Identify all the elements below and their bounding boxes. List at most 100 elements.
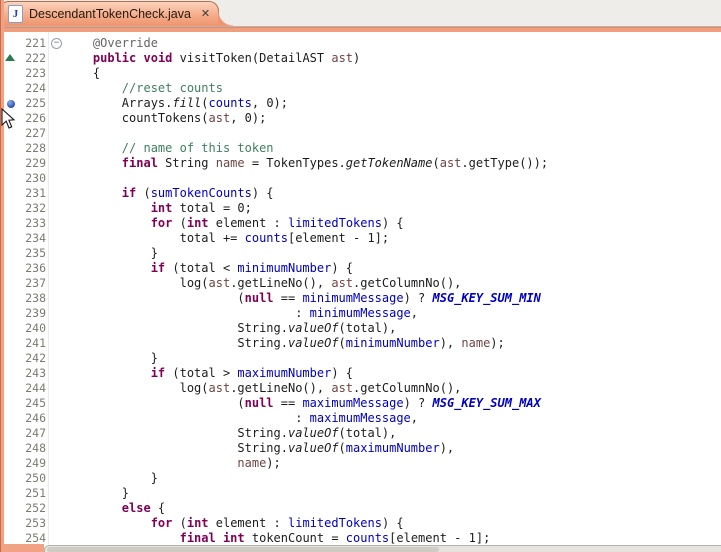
gutter-annotation[interactable]: [4, 516, 18, 531]
code-text[interactable]: public void visitToken(DetailAST ast): [64, 51, 721, 66]
line-number: 245: [18, 396, 46, 411]
code-text[interactable]: String.valueOf(minimumNumber), name);: [64, 336, 721, 351]
gutter-annotation[interactable]: [4, 126, 18, 141]
code-editor[interactable]: 220221− @Override222 public void visitTo…: [4, 31, 721, 552]
code-text[interactable]: {: [64, 66, 721, 81]
gutter-annotation[interactable]: [4, 276, 18, 291]
fold-column: [48, 126, 64, 141]
code-text[interactable]: }: [64, 486, 721, 501]
code-text[interactable]: total += counts[element - 1];: [64, 231, 721, 246]
gutter-annotation[interactable]: [4, 51, 18, 66]
line-number: 243: [18, 366, 46, 381]
code-text[interactable]: : minimumMessage,: [64, 306, 721, 321]
gutter-annotation[interactable]: [4, 171, 18, 186]
fold-column: [48, 231, 64, 246]
gutter-annotation[interactable]: [4, 111, 18, 126]
code-text[interactable]: int total = 0;: [64, 201, 721, 216]
gutter-annotation[interactable]: [4, 66, 18, 81]
code-scroll-area: 220221− @Override222 public void visitTo…: [4, 31, 721, 552]
gutter-annotation[interactable]: [4, 291, 18, 306]
fold-column: [48, 216, 64, 231]
code-text[interactable]: final int tokenCount = counts[element - …: [64, 531, 721, 546]
gutter-annotation[interactable]: [4, 396, 18, 411]
gutter-annotation[interactable]: [4, 246, 18, 261]
code-text[interactable]: String.valueOf(total),: [64, 321, 721, 336]
code-text[interactable]: if (total < minimumNumber) {: [64, 261, 721, 276]
gutter-annotation[interactable]: [4, 441, 18, 456]
gutter-annotation[interactable]: [4, 486, 18, 501]
line-number: 226: [18, 111, 46, 126]
gutter-annotation[interactable]: [4, 366, 18, 381]
code-text[interactable]: //reset counts: [64, 81, 721, 96]
line-number: 244: [18, 381, 46, 396]
line-number: 242: [18, 351, 46, 366]
collapse-icon[interactable]: −: [51, 38, 62, 49]
tab-close-icon[interactable]: ✕: [201, 9, 210, 20]
gutter-annotation[interactable]: [4, 201, 18, 216]
editor-tab-bar: J DescendantTokenCheck.java ✕: [0, 0, 721, 27]
gutter-annotation[interactable]: [4, 336, 18, 351]
edit-marker-icon: [5, 54, 15, 61]
gutter-annotation[interactable]: [4, 381, 18, 396]
code-line-237: 237 log(ast.getLineNo(), ast.getColumnNo…: [4, 276, 721, 291]
gutter-annotation[interactable]: [4, 426, 18, 441]
code-line-222: 222 public void visitToken(DetailAST ast…: [4, 51, 721, 66]
gutter-annotation[interactable]: [4, 411, 18, 426]
gutter-annotation[interactable]: [4, 81, 18, 96]
code-text[interactable]: final String name = TokenTypes.getTokenN…: [64, 156, 721, 171]
fold-column: [48, 81, 64, 96]
gutter-annotation[interactable]: [4, 351, 18, 366]
code-line-227: 227: [4, 126, 721, 141]
code-text[interactable]: countTokens(ast, 0);: [64, 111, 721, 126]
gutter-annotation[interactable]: [4, 306, 18, 321]
code-text[interactable]: // name of this token: [64, 141, 721, 156]
gutter-annotation[interactable]: [4, 156, 18, 171]
code-text[interactable]: [64, 126, 721, 141]
code-text[interactable]: }: [64, 351, 721, 366]
horizontal-scrollbar-thumb[interactable]: [47, 547, 439, 552]
code-text[interactable]: log(ast.getLineNo(), ast.getColumnNo(),: [64, 276, 721, 291]
line-number: 253: [18, 516, 46, 531]
gutter-annotation[interactable]: [4, 216, 18, 231]
breakpoint-icon[interactable]: [7, 100, 15, 108]
code-line-240: 240 String.valueOf(total),: [4, 321, 721, 336]
code-text[interactable]: : maximumMessage,: [64, 411, 721, 426]
gutter-annotation[interactable]: [4, 321, 18, 336]
code-text[interactable]: name);: [64, 456, 721, 471]
code-text[interactable]: (null == minimumMessage) ? MSG_KEY_SUM_M…: [64, 291, 721, 306]
gutter-annotation[interactable]: [4, 261, 18, 276]
gutter-annotation[interactable]: [4, 471, 18, 486]
gutter-annotation[interactable]: [4, 456, 18, 471]
gutter-annotation[interactable]: [4, 141, 18, 156]
gutter-annotation[interactable]: [4, 186, 18, 201]
fold-column: [48, 366, 64, 381]
code-text[interactable]: }: [64, 246, 721, 261]
fold-column: −: [48, 36, 64, 51]
fold-column: [48, 441, 64, 456]
gutter-annotation[interactable]: [4, 231, 18, 246]
code-text[interactable]: [64, 171, 721, 186]
fold-column: [48, 426, 64, 441]
code-text[interactable]: Arrays.fill(counts, 0);: [64, 96, 721, 111]
code-text[interactable]: for (int element : limitedTokens) {: [64, 516, 721, 531]
code-line-249: 249 name);: [4, 456, 721, 471]
code-text[interactable]: }: [64, 471, 721, 486]
code-text[interactable]: for (int element : limitedTokens) {: [64, 216, 721, 231]
fold-column: [48, 351, 64, 366]
code-line-232: 232 int total = 0;: [4, 201, 721, 216]
gutter-annotation[interactable]: [4, 96, 18, 111]
code-text[interactable]: @Override: [64, 36, 721, 51]
tab-descendanttokencheck[interactable]: J DescendantTokenCheck.java ✕: [1, 1, 219, 26]
code-text[interactable]: if (total > maximumNumber) {: [64, 366, 721, 381]
code-text[interactable]: String.valueOf(total),: [64, 426, 721, 441]
code-text[interactable]: if (sumTokenCounts) {: [64, 186, 721, 201]
code-line-250: 250 }: [4, 471, 721, 486]
code-text[interactable]: (null == maximumMessage) ? MSG_KEY_SUM_M…: [64, 396, 721, 411]
fold-column: [48, 396, 64, 411]
code-text[interactable]: log(ast.getLineNo(), ast.getColumnNo(),: [64, 381, 721, 396]
horizontal-scrollbar[interactable]: [44, 545, 721, 552]
code-text[interactable]: String.valueOf(maximumNumber),: [64, 441, 721, 456]
gutter-annotation[interactable]: [4, 501, 18, 516]
gutter-annotation[interactable]: [4, 36, 18, 51]
code-text[interactable]: else {: [64, 501, 721, 516]
